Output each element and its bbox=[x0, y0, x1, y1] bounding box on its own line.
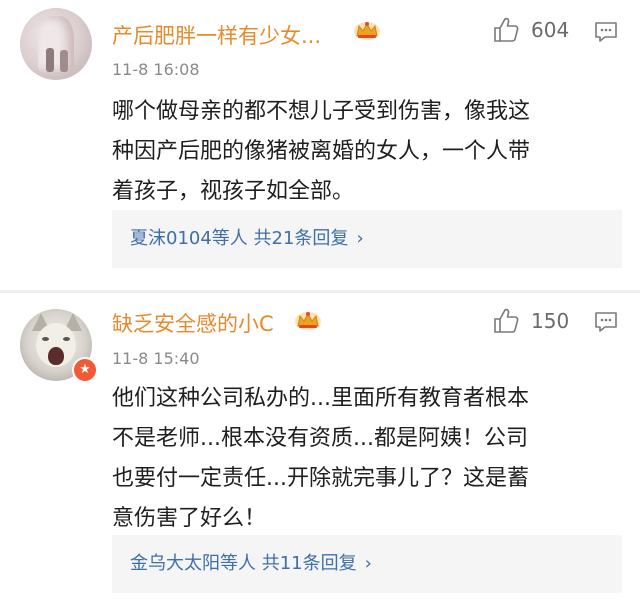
timestamp: 11-8 16:08 bbox=[112, 60, 200, 79]
comment-text-line: 着孩子，视孩子如全部。 bbox=[112, 179, 355, 204]
thumbs-up-icon[interactable] bbox=[492, 16, 520, 44]
like-count: 604 bbox=[531, 18, 570, 42]
crown-icon bbox=[295, 312, 321, 330]
comment-item: 产后肥胖一样有少女... 11-8 16:08 604 哪个做母亲的都不想儿子受… bbox=[0, 0, 640, 290]
comment-text-line: 不是老师...根本没有资质...都是阿姨！公司 bbox=[112, 426, 528, 451]
username[interactable]: 缺乏安全感的小C bbox=[112, 308, 274, 338]
comment-text-line: 哪个做母亲的都不想儿子受到伤害，像我这 bbox=[112, 99, 531, 124]
comment-text: 哪个做母亲的都不想儿子受到伤害，像我这 种因产后肥的像猪被离婚的女人，一个人带 … bbox=[112, 92, 632, 212]
thumbs-up-icon[interactable] bbox=[492, 307, 520, 335]
comment-text-line: 意伤害了好么！ bbox=[112, 506, 267, 531]
chevron-right-icon: › bbox=[356, 228, 364, 249]
comment-text-line: 他们这种公司私办的...里面所有教育者根本 bbox=[112, 386, 529, 411]
view-replies-link[interactable]: 金乌大太阳等人 共11条回复 › bbox=[112, 535, 622, 593]
reply-comment-icon[interactable] bbox=[594, 21, 618, 43]
verified-badge-icon: ★ bbox=[72, 357, 98, 383]
crown-icon bbox=[354, 22, 380, 40]
timestamp: 11-8 15:40 bbox=[112, 349, 200, 368]
comment-text-line: 种因产后肥的像猪被离婚的女人，一个人带 bbox=[112, 139, 531, 164]
comment-text-line: 也要付一定责任...开除就完事儿了？这是蓄 bbox=[112, 466, 529, 491]
avatar[interactable] bbox=[20, 8, 92, 80]
replies-summary: 夏沫0104等人 共21条回复 bbox=[130, 228, 349, 249]
replies-summary: 金乌大太阳等人 共11条回复 bbox=[130, 553, 357, 574]
chevron-right-icon: › bbox=[364, 553, 372, 574]
like-count: 150 bbox=[531, 309, 570, 333]
comment-item: ★ 缺乏安全感的小C 11-8 15:40 150 他们这种公司私办的...里面… bbox=[0, 293, 640, 615]
reply-comment-icon[interactable] bbox=[594, 311, 618, 333]
view-replies-link[interactable]: 夏沫0104等人 共21条回复 › bbox=[112, 210, 622, 268]
username[interactable]: 产后肥胖一样有少女... bbox=[112, 20, 321, 50]
comment-text: 他们这种公司私办的...里面所有教育者根本 不是老师...根本没有资质...都是… bbox=[112, 379, 632, 539]
